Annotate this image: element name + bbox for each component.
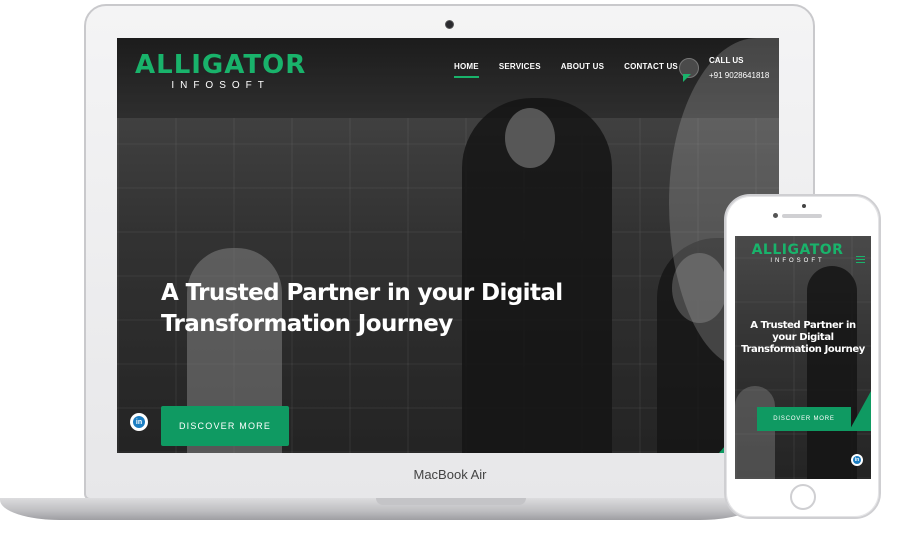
chat-bubble-icon bbox=[679, 58, 699, 78]
hamburger-menu-icon[interactable] bbox=[856, 256, 865, 263]
nav-contact-us[interactable]: CONTACT US bbox=[624, 62, 678, 78]
discover-more-button[interactable]: DISCOVER MORE bbox=[161, 406, 289, 446]
laptop-notch bbox=[376, 498, 526, 505]
main-nav: HOME SERVICES ABOUT US CONTACT US bbox=[454, 62, 678, 78]
laptop-screen: ALLIGATOR INFOSOFT HOME SERVICES ABOUT U… bbox=[117, 38, 779, 453]
phone-camera bbox=[802, 204, 806, 208]
mobile-hero-title-line-2: your Digital bbox=[772, 332, 834, 343]
phone-home-button[interactable] bbox=[790, 484, 816, 510]
laptop-brand-label: MacBook Air bbox=[413, 467, 487, 482]
mobile-hero-title: A Trusted Partner in your Digital Transf… bbox=[739, 320, 867, 356]
phone-sensor bbox=[773, 213, 778, 218]
linkedin-glyph: in bbox=[133, 416, 145, 428]
phone-screen: ALLIGATOR INFOSOFT A Trusted Partner in … bbox=[735, 236, 871, 479]
call-us-block[interactable]: CALL US +91 9028641818 bbox=[679, 56, 769, 80]
site-logo[interactable]: ALLIGATOR INFOSOFT bbox=[135, 52, 306, 91]
hero-title-line-1: A Trusted Partner in your Digital bbox=[161, 280, 563, 306]
mobile-hero-title-line-1: A Trusted Partner in bbox=[750, 320, 856, 331]
mobile-site-logo[interactable]: ALLIGATOR INFOSOFT bbox=[750, 242, 845, 264]
hero-background bbox=[117, 38, 779, 453]
logo-tagline: INFOSOFT bbox=[171, 80, 270, 91]
hero-title: A Trusted Partner in your Digital Transf… bbox=[161, 278, 581, 340]
phone-speaker bbox=[782, 214, 822, 218]
phone-frame: ALLIGATOR INFOSOFT A Trusted Partner in … bbox=[724, 194, 881, 519]
mobile-logo-wordmark: ALLIGATOR bbox=[751, 242, 844, 258]
mobile-hero-title-line-3: Transformation Journey bbox=[741, 344, 865, 355]
phone-number[interactable]: +91 9028641818 bbox=[709, 71, 769, 80]
mobile-hero-background bbox=[735, 236, 871, 479]
mobile-linkedin-glyph: in bbox=[853, 456, 861, 464]
nav-about-us[interactable]: ABOUT US bbox=[561, 62, 604, 78]
mobile-linkedin-icon[interactable]: in bbox=[851, 454, 863, 466]
logo-wordmark: ALLIGATOR bbox=[135, 50, 307, 80]
hero-title-line-2: Transformation Journey bbox=[161, 311, 453, 337]
nav-services[interactable]: SERVICES bbox=[499, 62, 541, 78]
mobile-discover-more-button[interactable]: DISCOVER MORE bbox=[757, 407, 851, 431]
laptop-camera bbox=[445, 20, 454, 29]
mobile-logo-tagline: INFOSOFT bbox=[770, 258, 825, 264]
linkedin-icon[interactable]: in bbox=[130, 413, 148, 431]
nav-home[interactable]: HOME bbox=[454, 62, 479, 78]
call-us-label: CALL US bbox=[709, 56, 744, 65]
